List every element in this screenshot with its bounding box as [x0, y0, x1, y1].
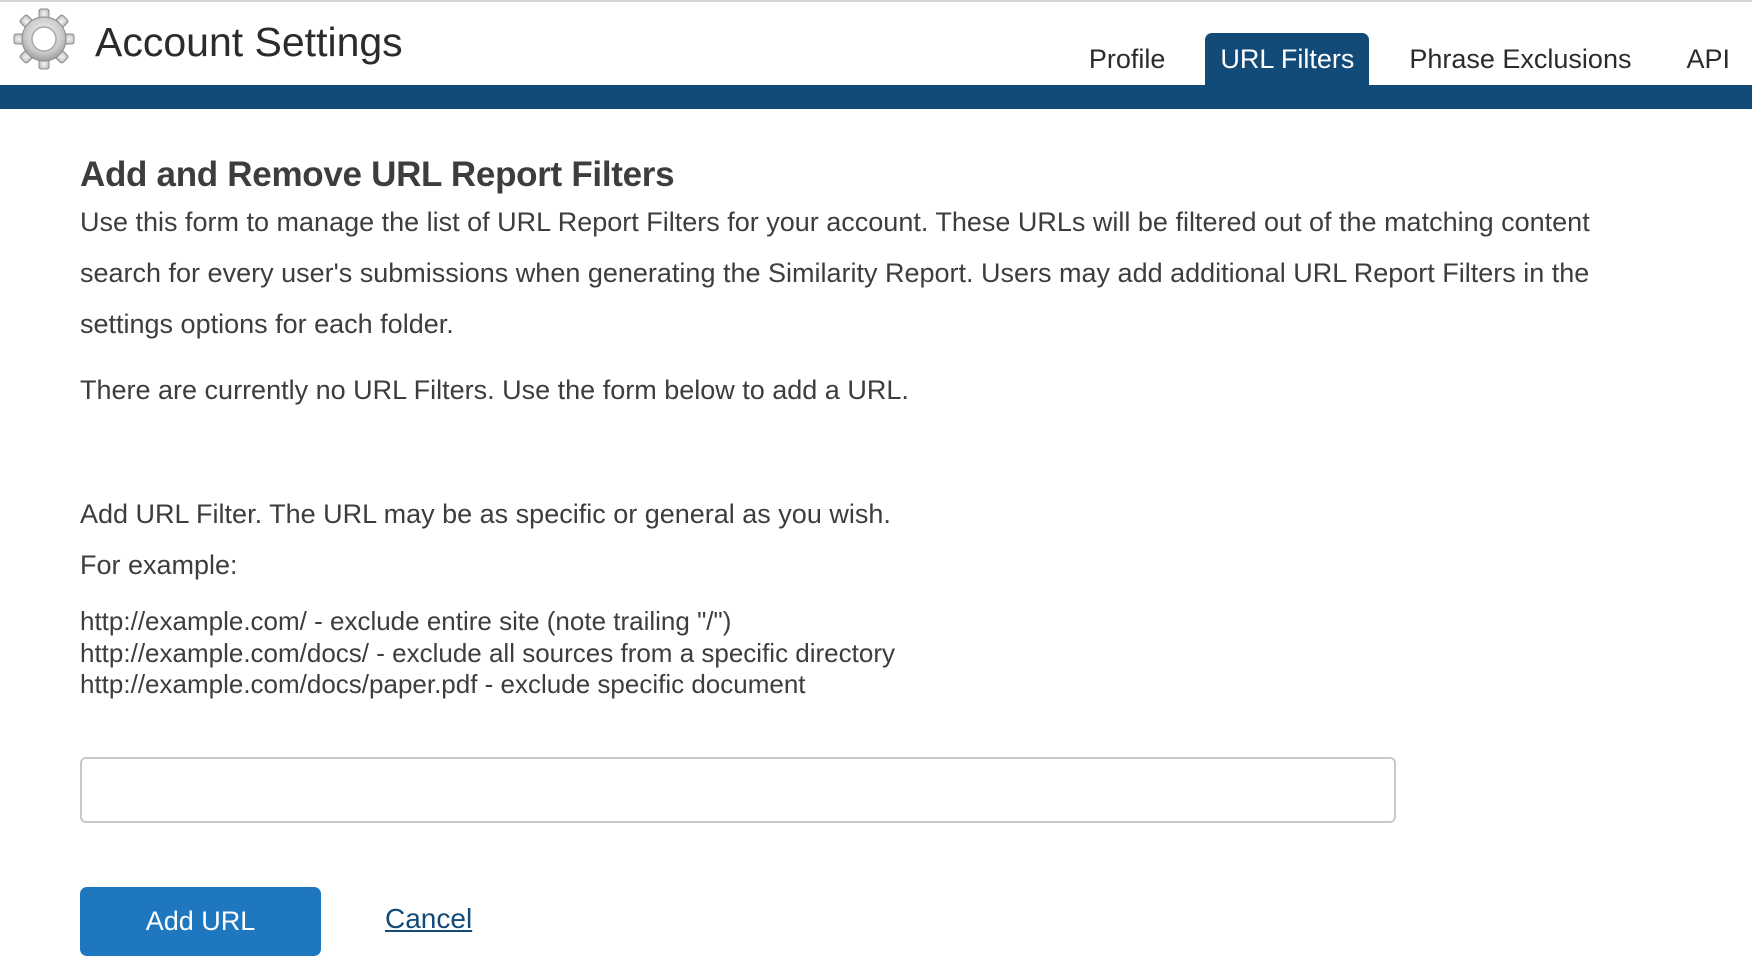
example-label: For example:: [80, 550, 238, 580]
tab-profile[interactable]: Profile: [1074, 33, 1181, 85]
settings-tabs: Profile URL Filters Phrase Exclusions AP…: [1074, 33, 1752, 85]
no-filters-message: There are currently no URL Filters. Use …: [80, 375, 909, 405]
intro-line: search for every user's submissions when…: [80, 258, 1590, 288]
add-filter-instructions: Add URL Filter. The URL may be as specif…: [80, 489, 891, 591]
form-actions: Add URL Cancel: [80, 887, 680, 956]
tab-phrase-exclusions[interactable]: Phrase Exclusions: [1394, 33, 1646, 85]
gear-icon: [10, 8, 78, 70]
intro-line: Use this form to manage the list of URL …: [80, 207, 1590, 237]
tab-url-filters[interactable]: URL Filters: [1205, 33, 1370, 85]
add-url-button[interactable]: Add URL: [80, 887, 321, 956]
example-item: http://example.com/docs/ - exclude all s…: [80, 637, 895, 668]
url-filter-input[interactable]: [80, 757, 1396, 823]
tab-api[interactable]: API: [1671, 33, 1752, 85]
example-item: http://example.com/ - exclude entire sit…: [80, 606, 732, 636]
intro-line: settings options for each folder.: [80, 309, 454, 339]
header-bar: [0, 85, 1752, 109]
header: Account Settings Profile URL Filters Phr…: [0, 2, 1752, 85]
add-filter-label: Add URL Filter. The URL may be as specif…: [80, 499, 891, 529]
intro-text: Use this form to manage the list of URL …: [80, 197, 1680, 350]
cancel-link[interactable]: Cancel: [385, 903, 472, 935]
section-title: Add and Remove URL Report Filters: [80, 155, 675, 194]
example-item: http://example.com/docs/paper.pdf - excl…: [80, 669, 806, 699]
account-settings-page: Account Settings Profile URL Filters Phr…: [0, 0, 1752, 970]
page-title: Account Settings: [95, 19, 403, 65]
example-list: http://example.com/ - exclude entire sit…: [80, 606, 895, 701]
